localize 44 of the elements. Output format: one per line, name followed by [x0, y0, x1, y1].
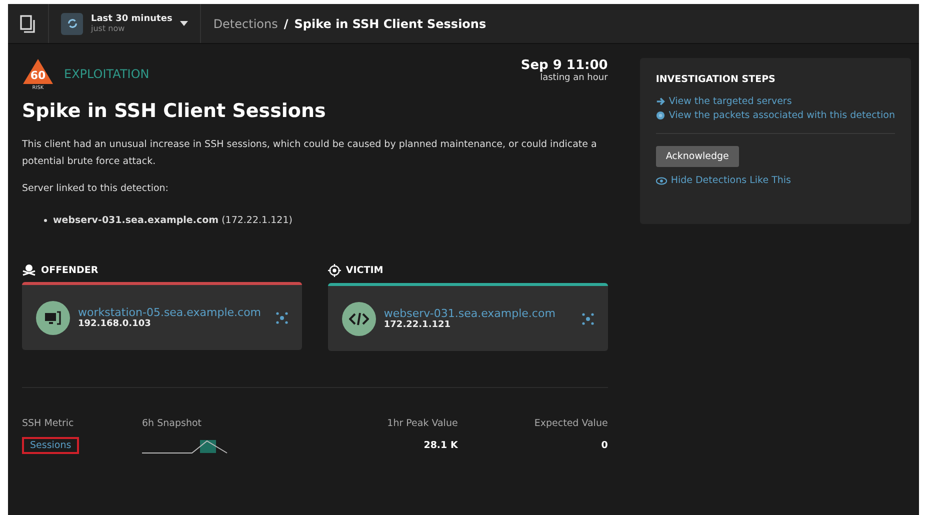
step-link[interactable]: View the targeted servers: [656, 96, 895, 107]
linked-heading: Server linked to this detection:: [22, 182, 170, 196]
device-link[interactable]: workstation-05.sea.example.com: [78, 306, 268, 319]
arrow-right-icon: [656, 97, 665, 106]
detection-date: Sep 9 11:00: [520, 58, 608, 73]
network-icon[interactable]: [276, 312, 288, 324]
role-label: OFFENDER: [41, 264, 98, 276]
refresh-button[interactable]: [61, 12, 83, 34]
detection-description: This client had an unusual increase in SSH sessions, which could be caused by planned maintenance, or could indicate a potential brute force attack.: [22, 138, 598, 169]
device-ip: 192.168.0.103: [78, 319, 152, 329]
breadcrumb-separator: /: [284, 16, 288, 30]
pages-icon[interactable]: [20, 14, 36, 32]
computer-icon: [44, 310, 62, 326]
device-ip: 172.22.1.121: [384, 320, 452, 330]
column-header: Expected Value: [533, 418, 608, 429]
network-icon[interactable]: [582, 312, 594, 324]
refresh-icon: [66, 18, 78, 29]
column-header: 1hr Peak Value: [386, 418, 458, 429]
step-link[interactable]: View the packets associated with this detection: [656, 110, 895, 121]
caret-icon[interactable]: [180, 21, 188, 26]
breadcrumb-item: Spike in SSH Client Sessions: [294, 16, 486, 30]
dot-icon: [656, 111, 665, 120]
skull-crossbones-icon: [22, 264, 36, 276]
detection-duration: lasting an hour: [540, 73, 608, 83]
metric-link[interactable]: Sessions: [22, 437, 80, 454]
last-updated: just now: [91, 24, 126, 33]
acknowledge-button[interactable]: Acknowledge: [656, 146, 739, 167]
detection-title: Spike in SSH Client Sessions: [22, 100, 327, 122]
code-icon: [348, 312, 369, 326]
role-label: VICTIM: [346, 265, 384, 276]
device-link[interactable]: webserv-031.sea.example.com: [384, 307, 574, 320]
breadcrumb-item[interactable]: Detections: [213, 16, 278, 30]
hide-link[interactable]: Hide Detections Like This: [656, 175, 895, 186]
bullet-icon: [44, 219, 47, 222]
detection-category: EXPLOITATION: [64, 67, 150, 81]
expected-value: 0: [600, 440, 608, 451]
crosshair-icon: [328, 264, 341, 277]
panel-title: INVESTIGATION STEPS: [656, 74, 776, 85]
linked-server: webserv-031.sea.example.com (172.22.1.121): [53, 215, 292, 226]
column-header: SSH Metric: [22, 418, 75, 429]
peak-value: 28.1 K: [422, 440, 458, 451]
column-header: 6h Snapshot: [142, 418, 202, 429]
eye-icon: [656, 176, 667, 184]
time-range[interactable]: Last 30 minutes: [91, 14, 172, 24]
